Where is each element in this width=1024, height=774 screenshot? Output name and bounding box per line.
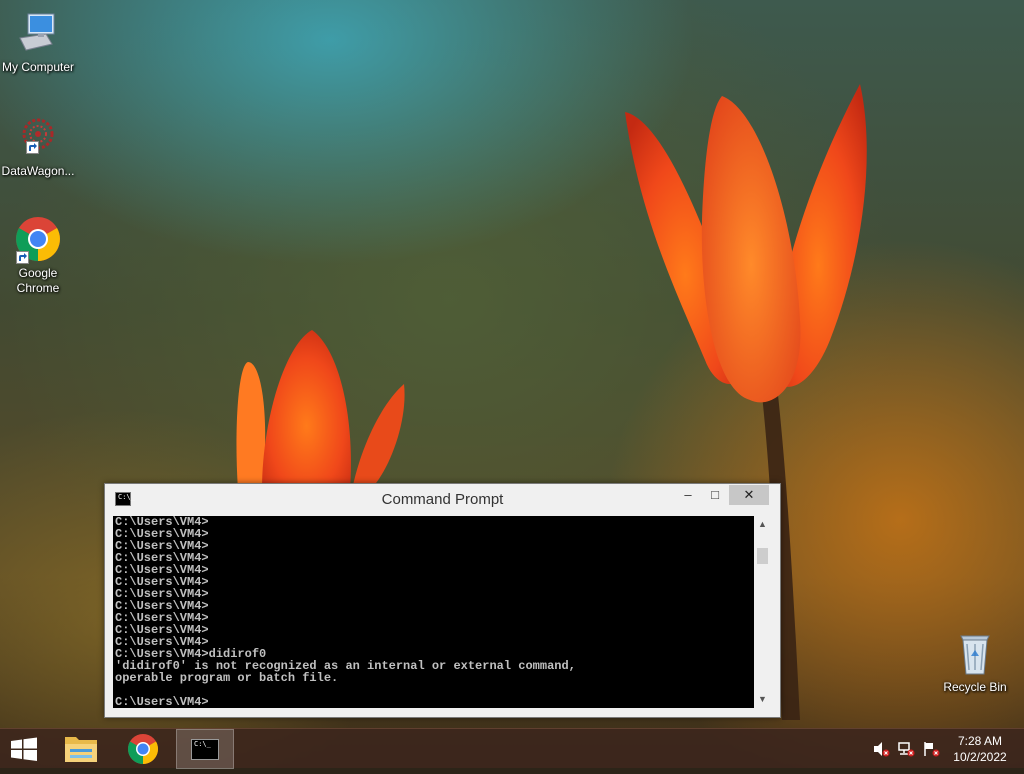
cmd-icon-glyph: C:\_ [194, 740, 211, 748]
console-line: C:\Users\VM4> [115, 611, 209, 625]
console-line: operable program or batch file. [115, 671, 339, 685]
taskbar: C:\_ 7:28 AM 10/2/2022 [0, 728, 1024, 769]
shortcut-arrow-icon [26, 141, 39, 154]
network-error-icon[interactable] [897, 741, 915, 757]
console-output[interactable]: C:\Users\VM4> C:\Users\VM4> C:\Users\VM4> C… [113, 516, 754, 708]
desktop-icon-recycle-bin[interactable]: Recycle Bin [937, 630, 1013, 695]
window-titlebar[interactable]: C:\_ Command Prompt – □ ✕ [105, 484, 780, 516]
scrollbar-thumb[interactable] [757, 548, 768, 564]
vertical-scrollbar[interactable]: ▲ ▼ [754, 516, 771, 708]
start-button[interactable] [0, 729, 48, 769]
datawagon-icon [14, 114, 62, 162]
maximize-button[interactable]: □ [702, 485, 728, 505]
scroll-down-button[interactable]: ▼ [754, 691, 771, 708]
clock-date: 10/2/2022 [953, 750, 1007, 764]
cmd-icon: C:\_ [191, 739, 219, 760]
speaker-muted-icon[interactable] [872, 741, 890, 757]
desktop-icon-label: Google Chrome [16, 266, 60, 295]
action-center-flag-icon[interactable] [922, 741, 940, 757]
desktop-icon-label: Recycle Bin [943, 680, 1007, 694]
folder-icon [65, 737, 97, 762]
desktop-icon-datawagon[interactable]: DataWagon... [0, 114, 76, 179]
minimize-button[interactable]: – [675, 485, 701, 505]
taskbar-clock[interactable]: 7:28 AM 10/2/2022 [944, 733, 1016, 765]
console-line: C:\Users\VM4> [115, 623, 209, 637]
console-line: C:\Users\VM4> [115, 527, 209, 541]
taskbar-file-explorer[interactable] [56, 729, 106, 769]
console-line: C:\Users\VM4> [115, 587, 209, 601]
scroll-up-button[interactable]: ▲ [754, 516, 771, 533]
console-line: C:\Users\VM4> [115, 551, 209, 565]
close-button[interactable]: ✕ [729, 485, 769, 505]
console-line: C:\Users\VM4> [115, 575, 209, 589]
console-line: C:\Users\VM4> [115, 695, 209, 708]
clock-time: 7:28 AM [957, 734, 1003, 748]
desktop-icon-label: My Computer [1, 60, 75, 74]
chrome-icon [14, 216, 62, 264]
desktop-icon-my-computer[interactable]: My Computer [0, 10, 76, 75]
command-prompt-window[interactable]: C:\_ Command Prompt – □ ✕ C:\Users\VM4> C… [104, 483, 781, 718]
taskbar-google-chrome[interactable] [118, 729, 168, 769]
console-line: C:\Users\VM4> [115, 539, 209, 553]
shortcut-arrow-icon [16, 251, 29, 264]
desktop-icon-google-chrome[interactable]: Google Chrome [0, 216, 76, 296]
computer-icon [14, 10, 62, 58]
windows-logo-icon [11, 737, 37, 761]
console-line: C:\Users\VM4> [115, 599, 209, 613]
desktop-icon-label: DataWagon... [1, 164, 75, 178]
chrome-icon [127, 734, 159, 764]
console-line: C:\Users\VM4> [115, 516, 209, 529]
recycle-bin-icon [951, 630, 999, 678]
console-line: C:\Users\VM4> [115, 563, 209, 577]
taskbar-command-prompt[interactable]: C:\_ [176, 729, 234, 769]
